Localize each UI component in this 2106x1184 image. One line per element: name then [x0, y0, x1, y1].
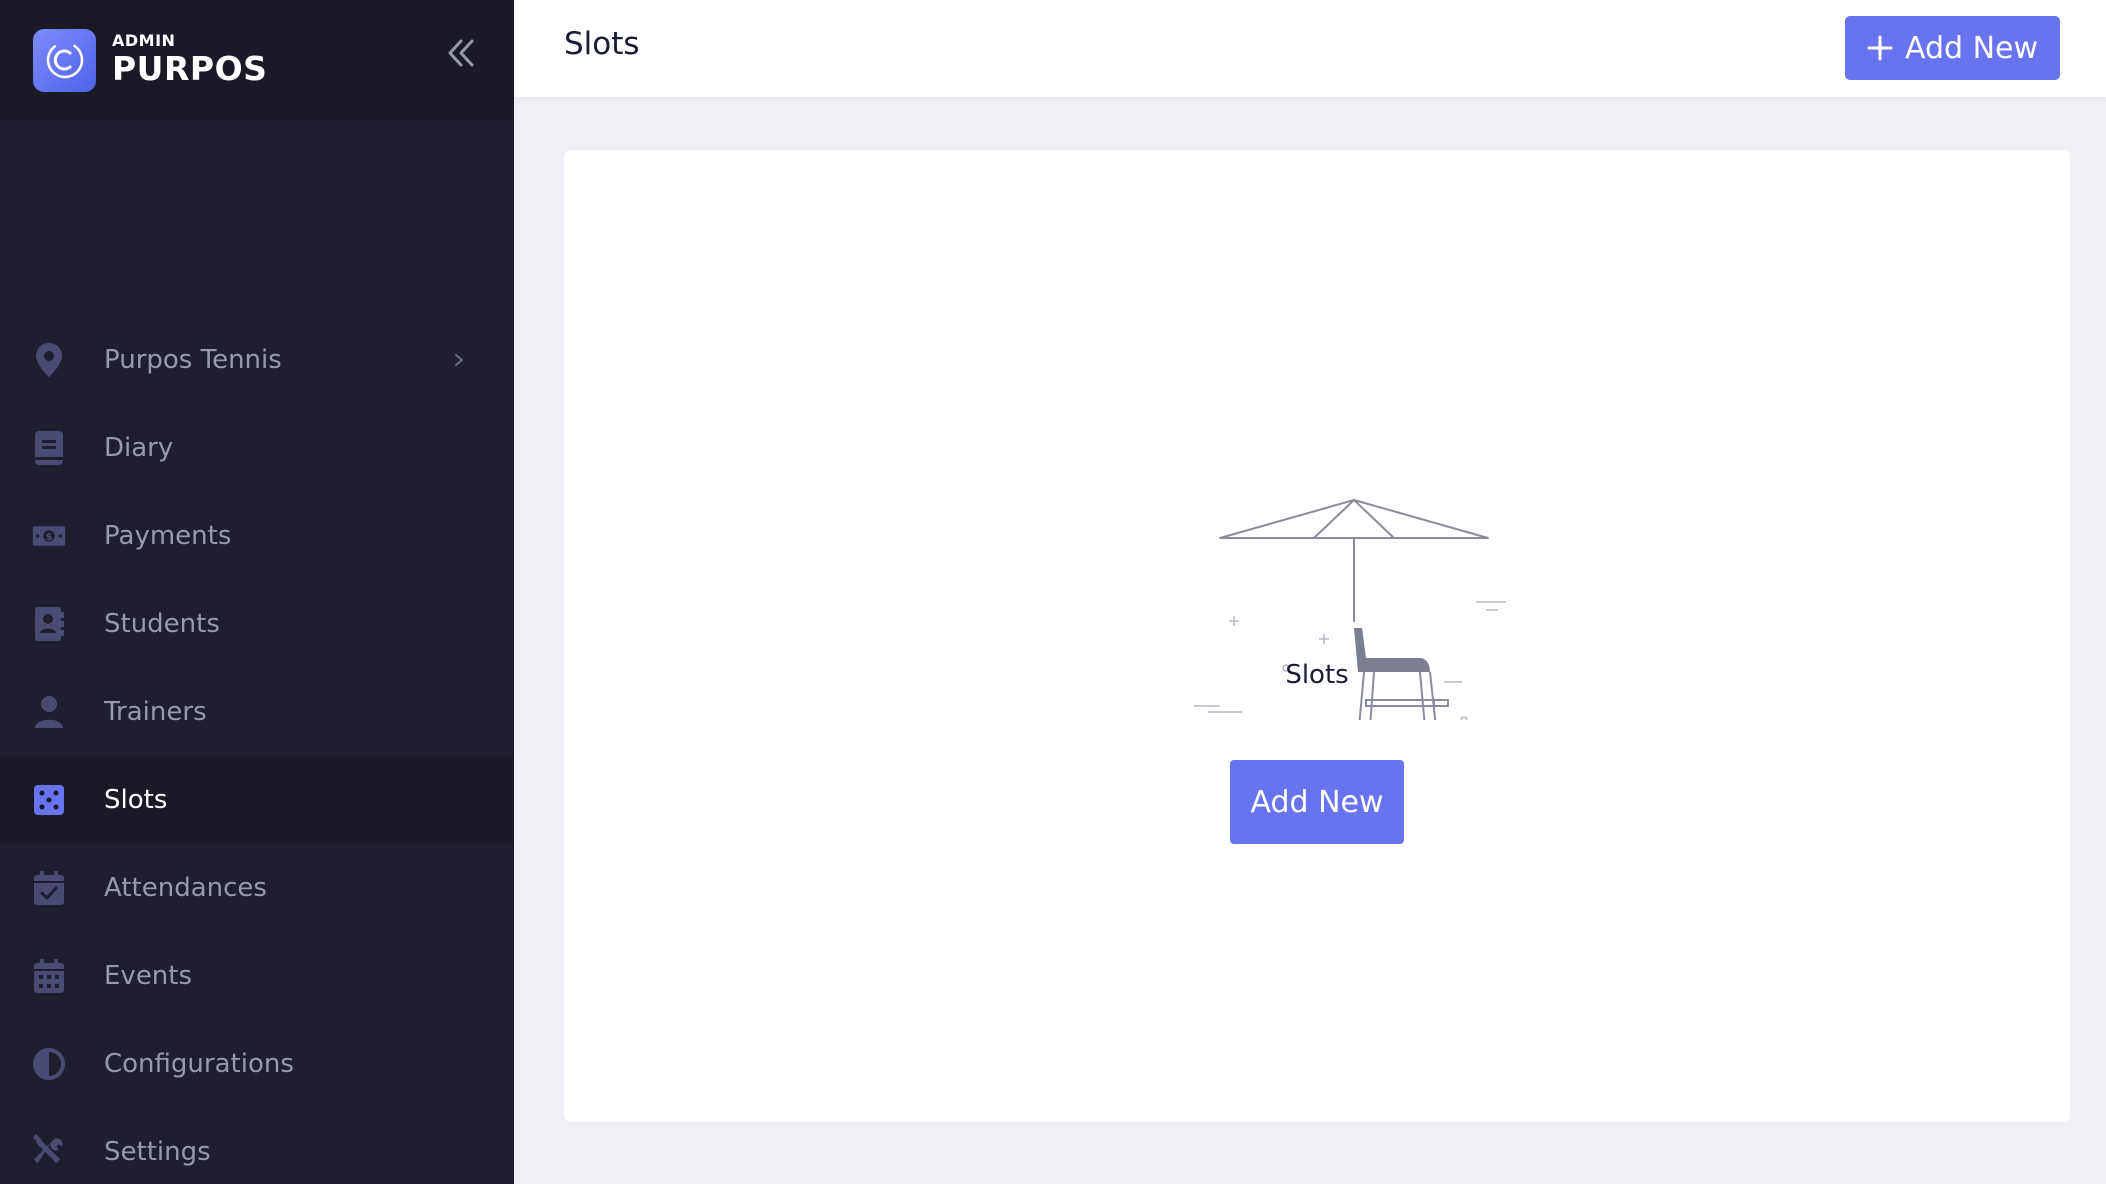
- sidebar-item-label: Settings: [104, 1137, 211, 1167]
- grid-dots-icon: [32, 783, 66, 817]
- sidebar-item-label: Students: [104, 609, 220, 639]
- sidebar-header: ADMIN PURPOS: [0, 0, 514, 120]
- location-pin-icon: [32, 343, 66, 377]
- collapse-sidebar-button[interactable]: [444, 36, 478, 70]
- sidebar-item-diary[interactable]: Diary: [0, 404, 514, 492]
- double-chevron-left-icon: [448, 39, 474, 67]
- brand-top-label: ADMIN: [112, 31, 176, 50]
- svg-text:$: $: [46, 532, 53, 543]
- chevron-right-icon: [452, 353, 466, 367]
- brand: ADMIN PURPOS: [112, 32, 267, 88]
- sidebar-item-label: Payments: [104, 521, 232, 551]
- sidebar-item-trainers[interactable]: Trainers: [0, 668, 514, 756]
- sidebar-item-label: Purpos Tennis: [104, 345, 282, 375]
- page-title: Slots: [564, 26, 640, 62]
- content-card: Slots Add New: [564, 150, 2070, 1122]
- plus-icon: [1867, 35, 1893, 61]
- sidebar-item-settings[interactable]: Settings: [0, 1108, 514, 1184]
- sidebar-item-label: Slots: [104, 785, 168, 815]
- sidebar-item-label: Diary: [104, 433, 174, 463]
- sidebar-item-purpos-tennis[interactable]: Purpos Tennis: [0, 316, 514, 404]
- empty-state-add-button[interactable]: Add New: [1230, 760, 1404, 844]
- sidebar-item-attendances[interactable]: Attendances: [0, 844, 514, 932]
- sidebar-item-slots[interactable]: Slots: [0, 756, 514, 844]
- sidebar-item-label: Configurations: [104, 1049, 294, 1079]
- sidebar-item-payments[interactable]: $ Payments: [0, 492, 514, 580]
- calendar-check-icon: [32, 871, 66, 905]
- book-icon: [32, 431, 66, 465]
- top-header: Slots Add New: [514, 0, 2106, 97]
- sidebar-item-configurations[interactable]: Configurations: [0, 1020, 514, 1108]
- tools-icon: [32, 1134, 66, 1169]
- empty-state-label: Slots: [1285, 660, 1349, 690]
- sidebar-item-events[interactable]: Events: [0, 932, 514, 1020]
- sidebar-item-label: Events: [104, 961, 193, 991]
- brand-name: PURPOS: [112, 49, 268, 88]
- sidebar-item-label: Trainers: [104, 697, 207, 727]
- sidebar-item-students[interactable]: Students: [0, 580, 514, 668]
- sidebar-item-label: Attendances: [104, 873, 267, 903]
- sidebar: ADMIN PURPOS Purpos Tennis Diary $ Payme…: [0, 0, 514, 1184]
- add-new-button-label: Add New: [1904, 30, 2039, 66]
- add-new-button[interactable]: Add New: [1845, 16, 2060, 80]
- logo[interactable]: [33, 28, 96, 92]
- calendar-icon: [32, 959, 66, 993]
- half-circle-icon: [32, 1047, 66, 1081]
- contact-book-icon: [32, 607, 66, 641]
- user-icon: [32, 695, 66, 729]
- logo-icon: [46, 41, 83, 79]
- banknote-icon: $: [32, 519, 66, 553]
